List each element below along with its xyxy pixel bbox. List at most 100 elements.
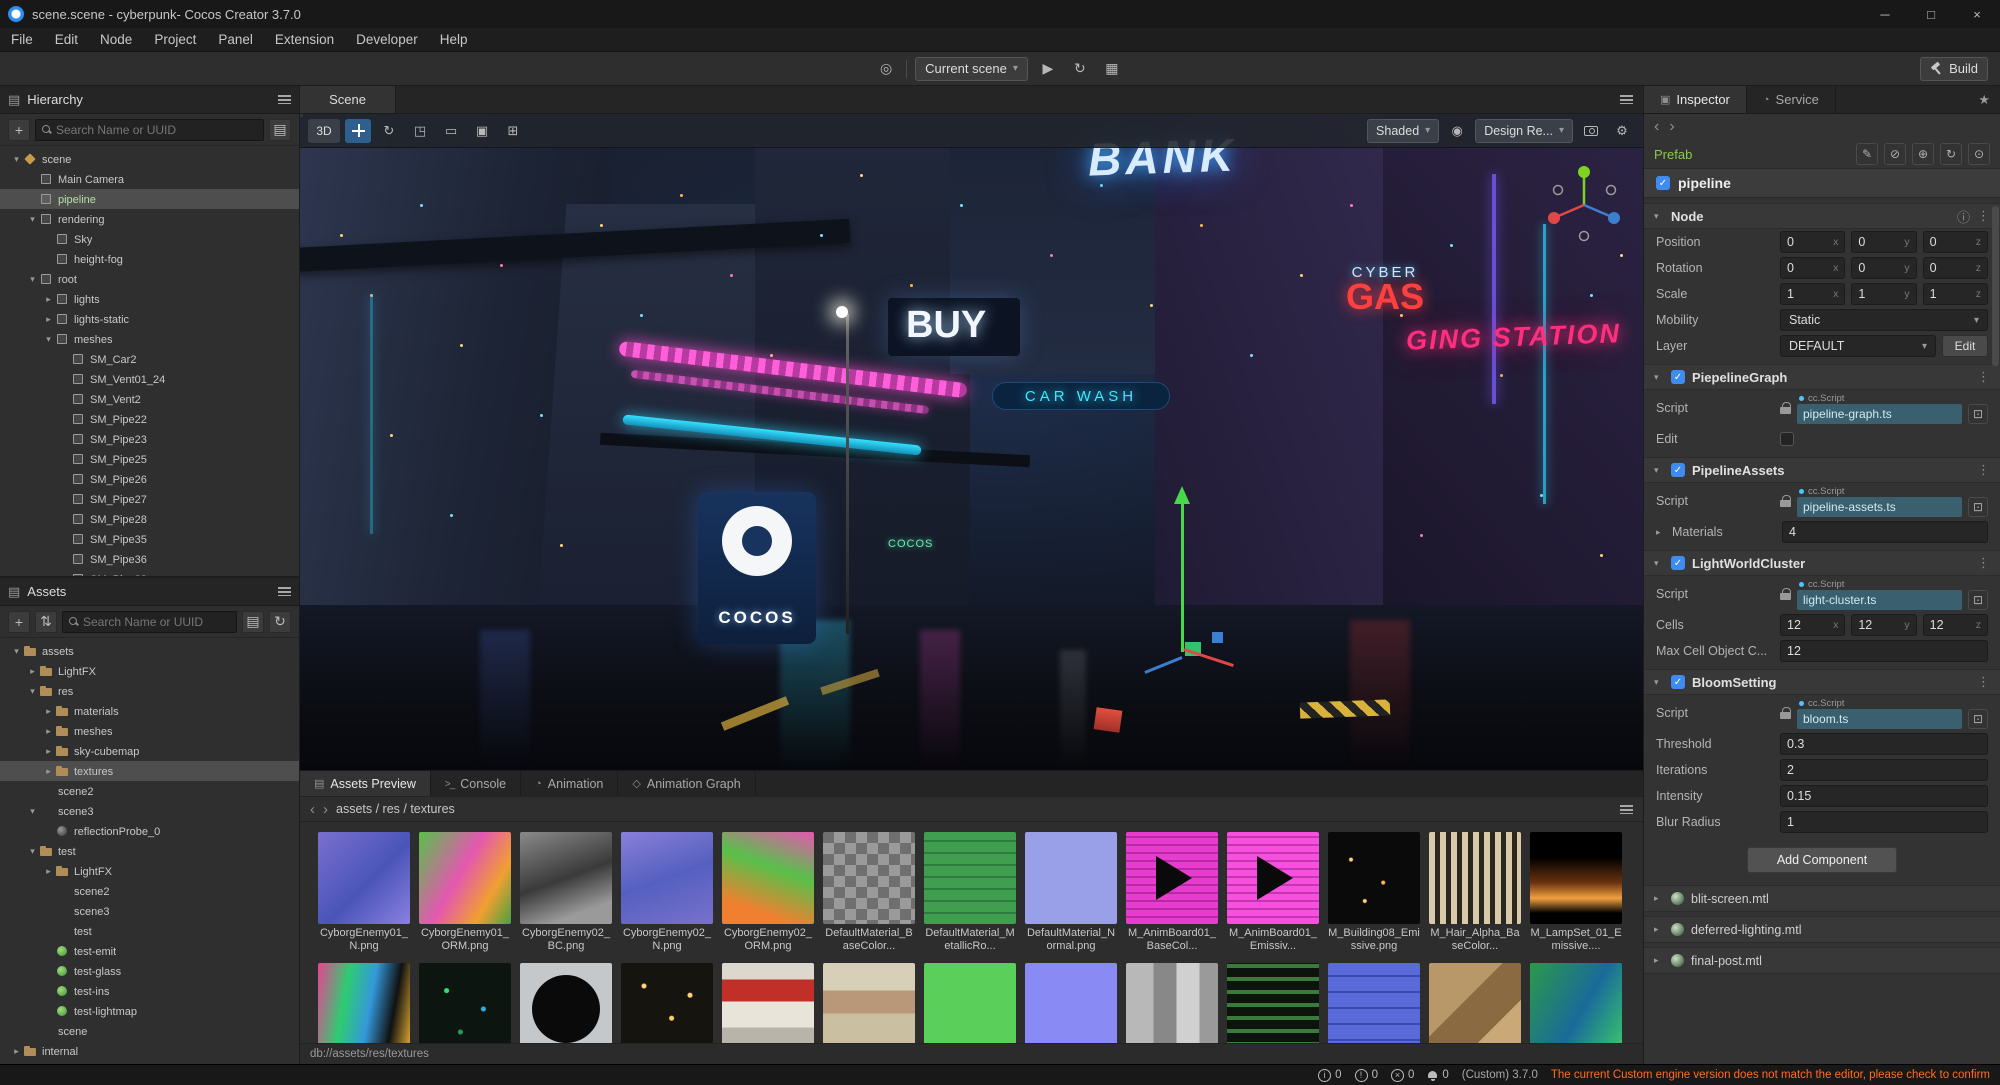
hierarchy-tree-item[interactable]: SM_Pipe22 — [0, 409, 299, 429]
hierarchy-tree-item[interactable]: meshes — [0, 329, 299, 349]
design-resolution-select[interactable]: Design Re... ▾ — [1475, 118, 1573, 143]
camera-settings-button[interactable] — [1578, 119, 1604, 143]
minimize-button[interactable]: ─ — [1862, 0, 1908, 28]
transform-gizmo-button[interactable]: ▣ — [469, 119, 495, 143]
asset-tree-item[interactable]: materials — [0, 701, 299, 721]
prefab-edit-button[interactable]: ✎ — [1856, 143, 1878, 165]
rotation-x-field[interactable]: 0x — [1780, 257, 1846, 279]
asset-tree-item[interactable]: LightFX — [0, 861, 299, 881]
iterations-field[interactable]: 2 — [1780, 759, 1988, 781]
preview-scene-select[interactable]: Current scene ▾ — [915, 56, 1028, 81]
expand-arrow-icon[interactable] — [42, 334, 55, 345]
expand-arrow-icon[interactable]: ▸ — [1656, 527, 1666, 538]
menu-item[interactable]: Extension — [264, 28, 345, 51]
max-cell-object-field[interactable]: 12 — [1780, 640, 1988, 662]
texture-thumbnail[interactable] — [924, 963, 1016, 1043]
expand-arrow-icon[interactable] — [42, 726, 55, 737]
material-asset-row[interactable]: ▸ deferred-lighting.mtl — [1644, 916, 2000, 943]
texture-thumbnail[interactable] — [823, 963, 915, 1043]
asset-tree-item[interactable]: test-glass — [0, 961, 299, 981]
edit-checkbox[interactable]: ✓ — [1780, 432, 1794, 446]
texture-thumbnail[interactable]: CyborgEnemy01_ORM.png — [419, 832, 511, 953]
hierarchy-tree-item[interactable]: Sky — [0, 229, 299, 249]
asset-tree-item[interactable]: test — [0, 841, 299, 861]
asset-tree-item[interactable]: res — [0, 681, 299, 701]
add-component-button[interactable]: Add Component — [1747, 847, 1897, 873]
texture-thumbnail[interactable] — [520, 963, 612, 1043]
build-button[interactable]: Build — [1920, 56, 1988, 81]
script-asset-field[interactable]: cc.Script pipeline-assets.ts — [1797, 485, 1962, 517]
engine-version-warning[interactable]: The current Custom engine version does n… — [1551, 1069, 1990, 1081]
hierarchy-tree-item[interactable]: SM_Pipe38 — [0, 569, 299, 576]
texture-thumbnail[interactable] — [1530, 963, 1622, 1043]
hierarchy-tree-item[interactable]: SM_Pipe35 — [0, 529, 299, 549]
prefab-revert-button[interactable]: ↻ — [1940, 143, 1962, 165]
component-menu-icon[interactable]: ⋮ — [1977, 674, 1990, 690]
position-x-field[interactable]: 0x — [1780, 231, 1846, 253]
move-gizmo[interactable] — [1144, 486, 1246, 686]
hierarchy-tree-item[interactable]: rendering — [0, 209, 299, 229]
component-menu-icon[interactable]: ⋮ — [1977, 555, 1990, 571]
blur-radius-field[interactable]: 1 — [1780, 811, 1988, 833]
hierarchy-tree-item[interactable]: lights — [0, 289, 299, 309]
browse-asset-button[interactable]: ⊡ — [1968, 590, 1988, 610]
expand-arrow-icon[interactable]: ▸ — [1654, 955, 1664, 966]
rotation-z-field[interactable]: 0z — [1922, 257, 1988, 279]
texture-thumbnail[interactable] — [1227, 963, 1319, 1043]
scene-panel-menu-icon[interactable] — [1620, 95, 1633, 104]
asset-tree-item[interactable]: scene2 — [0, 781, 299, 801]
texture-thumbnail[interactable]: M_AnimBoard01_BaseCol... — [1126, 832, 1218, 953]
prefab-apply-button[interactable]: ⊙ — [1968, 143, 1990, 165]
scene-gear-button[interactable]: ⚙ — [1609, 119, 1635, 143]
assets-menu-icon[interactable] — [278, 587, 291, 596]
expand-arrow-icon[interactable] — [42, 766, 55, 777]
texture-thumbnail[interactable]: CyborgEnemy01_N.png — [318, 832, 410, 953]
asset-tree-item[interactable]: scene3 — [0, 901, 299, 921]
scene-light-toggle[interactable]: ◉ — [1444, 119, 1470, 143]
asset-tree-item[interactable]: test-lightmap — [0, 1001, 299, 1021]
texture-thumbnail[interactable]: CyborgEnemy02_N.png — [621, 832, 713, 953]
component-menu-icon[interactable]: ⋮ — [1977, 369, 1990, 385]
asset-tree-item[interactable]: scene2 — [0, 881, 299, 901]
script-asset-field[interactable]: cc.Script bloom.ts — [1797, 697, 1962, 729]
expand-arrow-icon[interactable] — [10, 154, 23, 165]
create-node-button[interactable]: + — [8, 118, 30, 141]
preview-layout-icon[interactable] — [1620, 804, 1633, 814]
breadcrumb-forward-icon[interactable]: › — [323, 802, 328, 817]
mobility-select[interactable]: Static ▾ — [1780, 309, 1988, 331]
texture-thumbnail[interactable]: DefaultMaterial_MetallicRo... — [924, 832, 1016, 953]
browse-asset-button[interactable]: ⊡ — [1968, 404, 1988, 424]
move-tool-button[interactable] — [345, 118, 371, 143]
rotation-y-field[interactable]: 0y — [1851, 257, 1917, 279]
bottom-tab[interactable]: Animation Graph — [618, 771, 756, 796]
materials-count-field[interactable]: 4 — [1782, 521, 1988, 543]
refresh-button[interactable]: ↻ — [1068, 57, 1092, 81]
nav-back-icon[interactable]: ‹ — [1654, 118, 1659, 136]
hierarchy-tree-item[interactable]: SM_Pipe25 — [0, 449, 299, 469]
asset-tree-item[interactable]: reflectionProbe_0 — [0, 821, 299, 841]
snap-settings-button[interactable]: ⊞ — [500, 119, 526, 143]
bottom-tab[interactable]: Console — [431, 771, 522, 796]
expand-arrow-icon[interactable] — [10, 1046, 23, 1057]
warning-count[interactable]: ! 0 — [1354, 1068, 1378, 1082]
layer-edit-button[interactable]: Edit — [1942, 335, 1988, 357]
intensity-field[interactable]: 0.15 — [1780, 785, 1988, 807]
assets-search-input[interactable] — [83, 614, 230, 629]
node-menu-icon[interactable]: ⋮ — [1977, 208, 1990, 224]
threshold-field[interactable]: 0.3 — [1780, 733, 1988, 755]
expand-arrow-icon[interactable] — [26, 274, 39, 285]
pin-inspector-icon[interactable]: ★ — [1978, 92, 1990, 108]
menu-item[interactable]: Panel — [207, 28, 264, 51]
texture-thumbnail[interactable] — [1126, 963, 1218, 1043]
expand-arrow-icon[interactable]: ▸ — [1654, 893, 1664, 904]
component-enabled-checkbox[interactable]: ✓ — [1671, 463, 1685, 477]
bottom-tab[interactable]: Assets Preview — [300, 771, 431, 796]
tab-inspector[interactable]: ▣ Inspector — [1644, 86, 1747, 113]
expand-arrow-icon[interactable] — [42, 706, 55, 717]
position-z-field[interactable]: 0z — [1922, 231, 1988, 253]
asset-tree-item[interactable]: meshes — [0, 721, 299, 741]
expand-arrow-icon[interactable] — [42, 294, 55, 305]
hierarchy-tree-item[interactable]: SM_Vent01_24 — [0, 369, 299, 389]
scale-y-field[interactable]: 1y — [1851, 283, 1917, 305]
hierarchy-tree-item[interactable]: scene — [0, 149, 299, 169]
